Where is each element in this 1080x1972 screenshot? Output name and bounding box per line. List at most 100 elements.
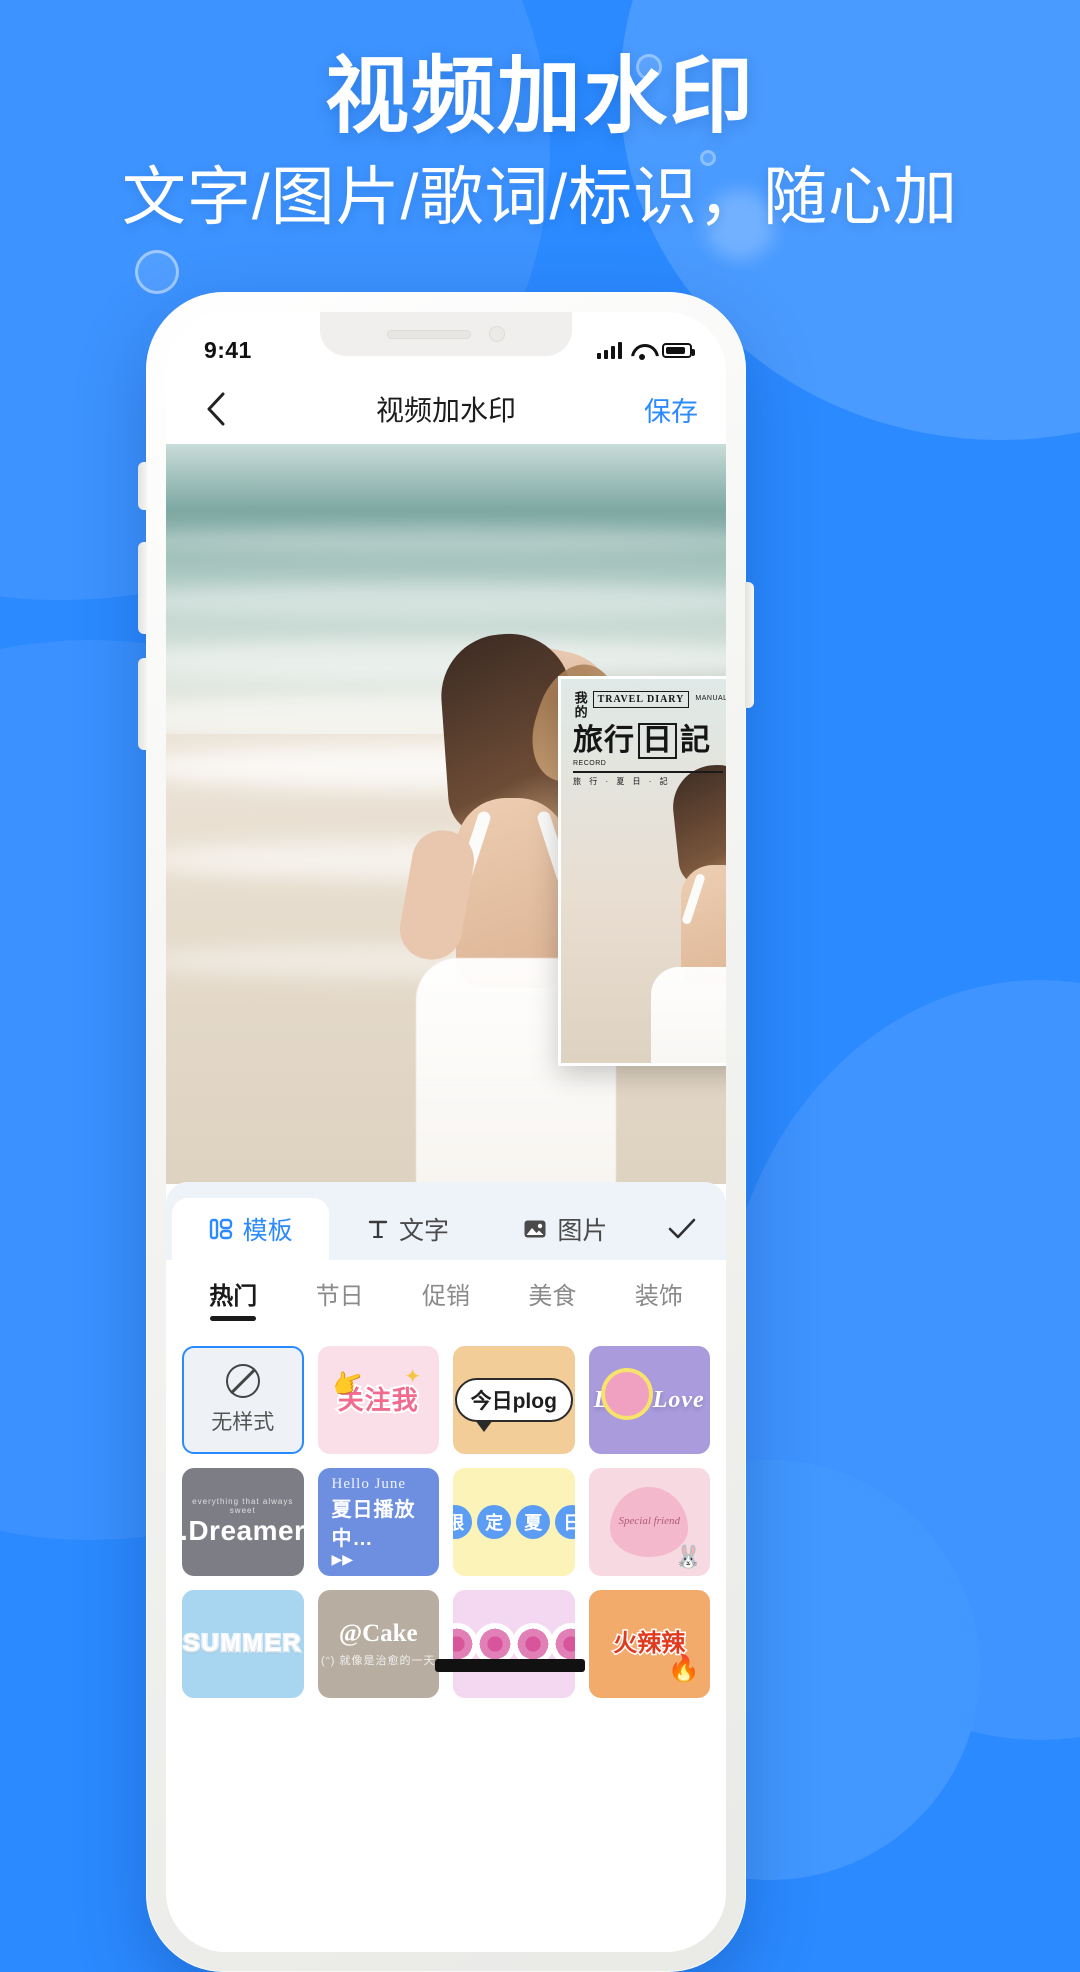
tab-template[interactable]: 模板 <box>172 1198 330 1260</box>
flower-icon <box>453 1626 475 1662</box>
image-picture-icon <box>523 1218 547 1240</box>
mini-subject-skirt <box>651 967 726 1063</box>
template-grid-icon <box>209 1217 233 1241</box>
video-preview-canvas[interactable]: 我的 TRAVEL DIARY MANUAL 旅行 日 記 RECORD 旅 行… <box>166 444 726 1184</box>
template-item-cake[interactable]: @Cake (ᵔ) 就像是治愈的一天 <box>317 1590 439 1698</box>
watermark-preview-card[interactable]: 我的 TRAVEL DIARY MANUAL 旅行 日 記 RECORD 旅 行… <box>558 676 726 1066</box>
phone-volume-down-button[interactable] <box>138 658 147 750</box>
watermark-big-text-1: 旅行 <box>573 724 635 757</box>
watermark-vertical-text: 我的 <box>572 691 588 719</box>
watermark-divider <box>573 771 723 773</box>
category-tab-decoration[interactable]: 装饰 <box>606 1276 712 1321</box>
template-item-sub: Hello June <box>331 1476 407 1492</box>
flower-decoration <box>453 1626 575 1662</box>
chip-char: 限 <box>453 1505 473 1539</box>
play-forward-icon: ▶▶ <box>331 1551 354 1567</box>
tab-text-label: 文字 <box>398 1217 449 1245</box>
signal-bars-icon <box>597 341 622 359</box>
watermark-big-text-2: 日 <box>638 723 677 759</box>
back-button[interactable] <box>194 387 238 431</box>
template-item-label: 无样式 <box>211 1411 275 1434</box>
template-item-label: @Cake <box>338 1620 418 1647</box>
tab-template-label: 模板 <box>242 1217 293 1245</box>
watermark-photo-subject <box>647 760 726 1063</box>
flower-icon <box>552 1626 575 1662</box>
template-item-love[interactable]: Love Love <box>588 1346 710 1454</box>
template-item-label: 夏日播放中… <box>331 1499 416 1550</box>
category-tab-hot[interactable]: 热门 <box>180 1276 286 1321</box>
promo-title: 视频加水印 <box>324 49 755 143</box>
watermark-en-right: MANUAL <box>695 695 726 702</box>
redaction-bar <box>434 1659 585 1673</box>
editor-panel: 模板 文字 图片 热门 节日 促销 美食 装饰 无样式 👉 ✦ 关注我 今日pl… <box>166 1182 726 1952</box>
editor-tabbar: 模板 文字 图片 <box>166 1182 726 1260</box>
template-item-follow[interactable]: 👉 ✦ 关注我 <box>317 1346 439 1454</box>
checkmark-icon <box>667 1216 697 1242</box>
watermark-big-text-3: 記 <box>680 724 711 757</box>
watermark-footer: 旅 行 · 夏 日 · 記 <box>573 777 671 786</box>
mini-subject-straps <box>685 873 726 923</box>
phone-notch <box>320 312 572 356</box>
template-item-summerday[interactable]: 限 定 夏 日 <box>453 1468 575 1576</box>
chip-char: 夏 <box>516 1505 551 1539</box>
template-item-plog[interactable]: 今日plog <box>453 1346 575 1454</box>
template-item-dreamer[interactable]: everything that always sweet .Dreamer <box>182 1468 304 1576</box>
tab-text[interactable]: 文字 <box>329 1198 486 1260</box>
watermark-stamp: 我的 TRAVEL DIARY MANUAL 旅行 日 記 RECORD 旅 行… <box>573 691 726 787</box>
category-tab-food[interactable]: 美食 <box>499 1276 605 1321</box>
phone-mockup: 9:41 视频加水印 保存 我的 TRAVEL DIARY MANUAL 旅行 … <box>138 292 754 1972</box>
watermark-en-boxed: TRAVEL DIARY <box>592 691 690 708</box>
battery-icon <box>662 342 695 358</box>
tab-image-label: 图片 <box>557 1217 608 1245</box>
page-title: 视频加水印 <box>375 395 516 426</box>
confirm-button[interactable] <box>644 1198 720 1260</box>
chevron-left-icon <box>207 392 225 426</box>
no-style-ban-icon <box>225 1364 260 1398</box>
category-tab-promotion[interactable]: 促销 <box>393 1276 499 1321</box>
watermark-sub-small: RECORD <box>573 760 607 767</box>
phone-volume-up-button[interactable] <box>138 542 147 634</box>
wave-line <box>166 584 726 618</box>
status-time: 9:41 <box>204 336 252 363</box>
template-item-hellojune[interactable]: Hello June 夏日播放中… ▶▶ <box>317 1468 439 1576</box>
template-item-label: 限 定 夏 日 <box>453 1505 575 1539</box>
wave-line <box>166 528 726 554</box>
sparkle-icon: ✦ <box>404 1366 421 1388</box>
save-button[interactable]: 保存 <box>644 390 698 429</box>
flame-icon: 🔥 <box>667 1653 700 1683</box>
tab-image[interactable]: 图片 <box>487 1198 644 1260</box>
promo-subtitle: 文字/图片/歌词/标识，随心加 <box>121 161 959 234</box>
template-item-flower[interactable] <box>453 1590 575 1698</box>
earpiece-speaker <box>387 329 471 339</box>
status-icons <box>597 341 695 360</box>
bunny-icon: 🐰 <box>674 1544 702 1569</box>
wifi-icon <box>631 342 653 360</box>
template-item-label: SUMMER <box>182 1628 303 1658</box>
template-item-spicy[interactable]: 火辣辣 🔥 <box>588 1590 710 1698</box>
template-item-sub: everything that always sweet <box>192 1497 294 1515</box>
phone-power-button[interactable] <box>745 582 754 708</box>
subject-dress-straps <box>462 810 566 880</box>
template-item-label: 今日plog <box>454 1378 573 1432</box>
bg-bubble-left <box>135 250 179 294</box>
template-item-none[interactable]: 无样式 <box>182 1346 304 1454</box>
chip-char: 定 <box>477 1505 512 1539</box>
template-item-special[interactable]: Special friend 🐰 <box>588 1468 710 1576</box>
template-item-label: .Dreamer <box>182 1515 304 1546</box>
template-grid: 无样式 👉 ✦ 关注我 今日plog Love Love everything <box>166 1336 726 1698</box>
flower-icon <box>476 1626 513 1662</box>
text-t-icon <box>367 1218 389 1240</box>
promo-headline: 视频加水印 文字/图片/歌词/标识，随心加 <box>0 52 1080 233</box>
template-item-summer[interactable]: SUMMER <box>182 1590 304 1698</box>
flower-icon <box>514 1626 551 1662</box>
phone-mute-button[interactable] <box>138 462 147 510</box>
category-tab-holiday[interactable]: 节日 <box>286 1276 392 1321</box>
heart-icon <box>604 1372 649 1416</box>
front-camera <box>489 326 505 342</box>
template-item-sub: (ᵔ) 就像是治愈的一天 <box>320 1655 436 1667</box>
chip-char: 日 <box>555 1505 575 1539</box>
app-navbar: 视频加水印 保存 <box>166 374 726 444</box>
template-item-label: Special friend <box>618 1515 680 1528</box>
category-tabbar: 热门 节日 促销 美食 装饰 <box>166 1260 726 1336</box>
phone-screen: 9:41 视频加水印 保存 我的 TRAVEL DIARY MANUAL 旅行 … <box>166 312 726 1952</box>
